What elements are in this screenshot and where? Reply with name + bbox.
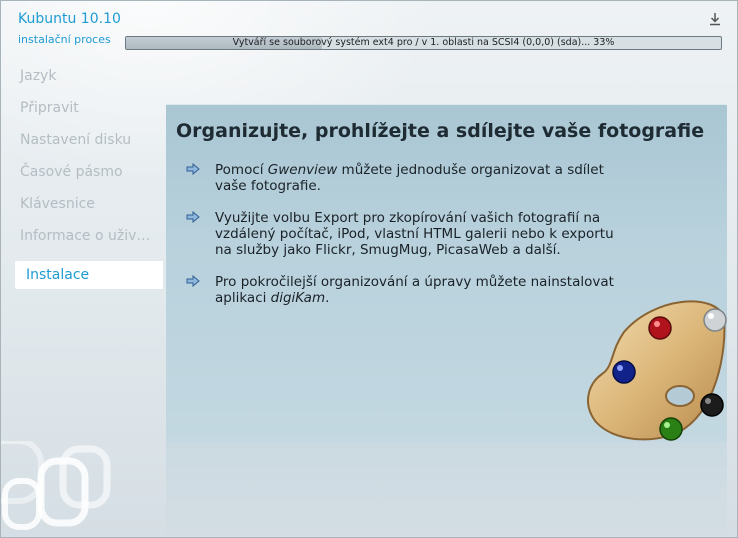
slide-bullet: Využijte volbu Export pro zkopírování va… xyxy=(184,210,634,258)
progress-text: Vytváří se souborový systém ext4 pro / v… xyxy=(232,37,615,48)
step-informace-o-uzivateli: Informace o uživ… xyxy=(20,228,151,244)
paint-palette-icon xyxy=(587,300,727,441)
slideshow-panel: Organizujte, prohlížejte a sdílejte vaše… xyxy=(166,104,727,442)
slide-bullet: Pomocí Gwenview můžete jednoduše organiz… xyxy=(184,162,634,194)
installer-window: Kubuntu 10.10 instalační proces Vytváří … xyxy=(0,0,738,538)
slide-title: Organizujte, prohlížejte a sdílejte vaše… xyxy=(176,120,705,142)
step-pripravit: Připravit xyxy=(20,100,79,116)
step-jazyk: Jazyk xyxy=(20,68,57,84)
app-subtitle: instalační proces xyxy=(18,33,111,46)
step-instalace: Instalace xyxy=(15,261,163,289)
arrow-right-icon xyxy=(186,163,200,175)
slide-bullet: Pro pokročilejší organizování a úpravy m… xyxy=(184,274,634,306)
slide-bullets: Pomocí Gwenview můžete jednoduše organiz… xyxy=(184,162,634,322)
download-icon[interactable] xyxy=(707,11,723,27)
slideshow-reflection xyxy=(166,442,727,536)
step-casove-pasmo: Časové pásmo xyxy=(20,164,123,180)
arrow-right-icon xyxy=(186,211,200,223)
app-title: Kubuntu 10.10 xyxy=(18,11,121,27)
steps-sidebar: Jazyk Připravit Nastavení disku Časové p… xyxy=(1,63,163,289)
step-klavesnice: Klávesnice xyxy=(20,196,95,212)
install-progress-bar: Vytváří se souborový systém ext4 pro / v… xyxy=(125,36,722,50)
step-nastaveni-disku: Nastavení disku xyxy=(20,132,132,148)
arrow-right-icon xyxy=(186,275,200,287)
kde-logo-icon xyxy=(1,441,111,530)
